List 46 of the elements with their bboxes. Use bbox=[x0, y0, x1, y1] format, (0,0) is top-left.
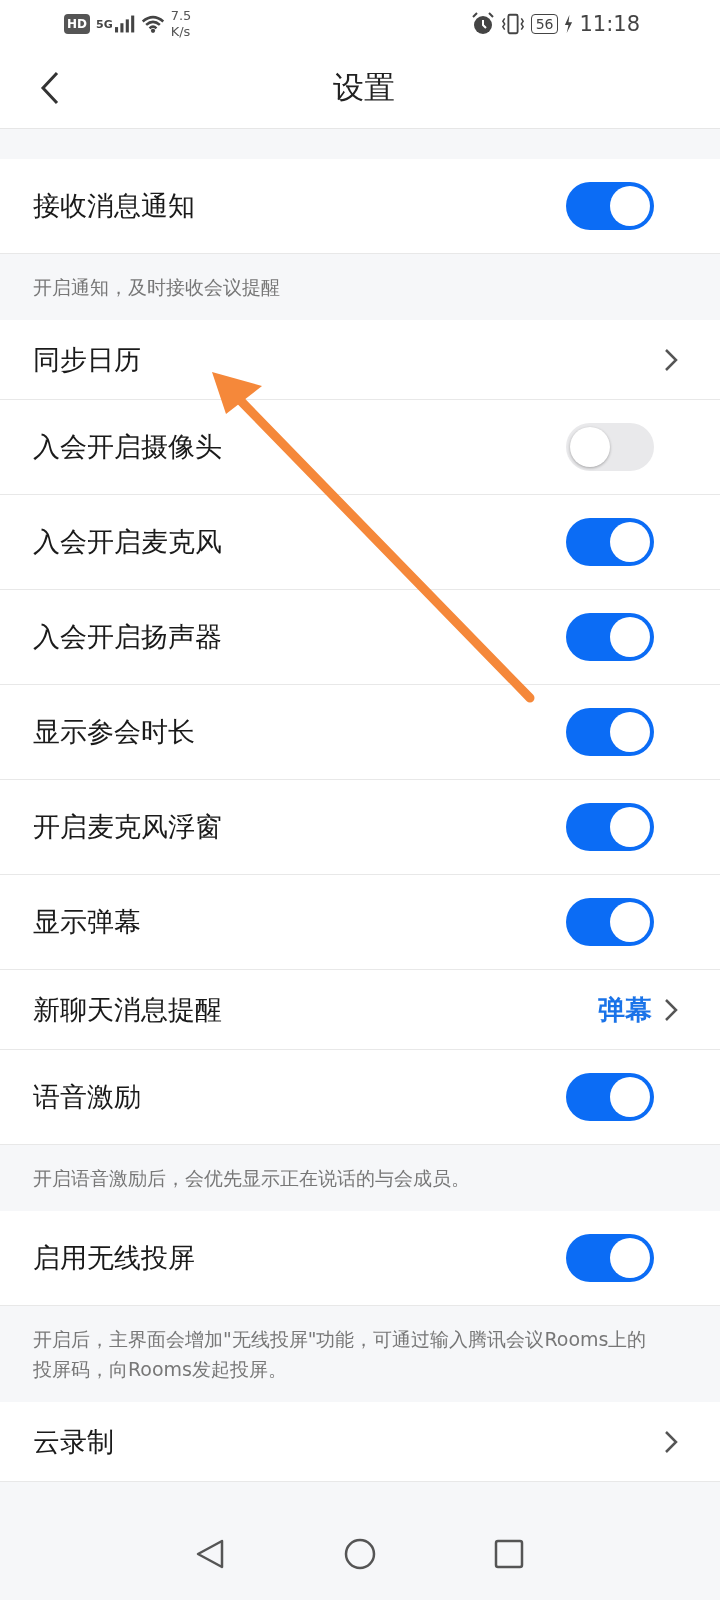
chevron-icon bbox=[664, 347, 678, 372]
toggle-switch[interactable] bbox=[566, 1234, 654, 1282]
toggle-switch[interactable] bbox=[566, 1073, 654, 1121]
charging-icon bbox=[564, 14, 574, 34]
page-title: 设置 bbox=[333, 68, 395, 107]
setting-label: 接收消息通知 bbox=[33, 189, 195, 223]
setting-label: 入会开启扬声器 bbox=[33, 620, 222, 654]
toggle-switch[interactable] bbox=[566, 613, 654, 661]
setting-label: 入会开启麦克风 bbox=[33, 525, 222, 559]
vibrate-icon bbox=[500, 12, 525, 36]
speed-unit: K/s bbox=[170, 24, 192, 40]
chevron-icon bbox=[664, 1429, 678, 1454]
setting-label: 显示弹幕 bbox=[33, 905, 141, 939]
setting-label: 入会开启摄像头 bbox=[33, 430, 222, 464]
setting-label: 开启麦克风浮窗 bbox=[33, 810, 222, 844]
setting-row[interactable]: 同步日历 bbox=[0, 320, 720, 400]
setting-label: 同步日历 bbox=[33, 342, 141, 377]
setting-row[interactable]: 新聊天消息提醒 弹幕 bbox=[0, 970, 720, 1050]
setting-label: 语音激励 bbox=[33, 1080, 141, 1114]
hd-badge: HD bbox=[64, 14, 90, 34]
setting-label: 云录制 bbox=[33, 1424, 114, 1459]
signal-icon bbox=[114, 14, 135, 34]
setting-label: 显示参会时长 bbox=[33, 715, 195, 749]
setting-label: 新聊天消息提醒 bbox=[33, 992, 222, 1027]
setting-description: 开启后，主界面会增加"无线投屏"功能，可通过输入腾讯会议Rooms上的投屏码，向Rooms发起投屏。 bbox=[33, 1327, 648, 1382]
setting-description: 开启语音激励后，会优先显示正在说话的与会成员。 bbox=[33, 1166, 471, 1191]
toggle-switch[interactable] bbox=[566, 898, 654, 946]
toggle-switch[interactable] bbox=[566, 518, 654, 566]
chevron-icon bbox=[664, 997, 678, 1022]
recents-icon[interactable] bbox=[492, 1537, 526, 1571]
toggle-switch[interactable] bbox=[566, 803, 654, 851]
home-icon[interactable] bbox=[343, 1537, 377, 1571]
network-speed: 7.5 bbox=[170, 8, 192, 24]
setting-label: 启用无线投屏 bbox=[33, 1241, 195, 1275]
toggle-switch[interactable] bbox=[566, 708, 654, 756]
alarm-icon bbox=[470, 12, 495, 36]
battery-level: 56 bbox=[530, 14, 559, 34]
setting-description: 开启通知，及时接收会议提醒 bbox=[33, 275, 281, 300]
toggle-switch[interactable] bbox=[566, 423, 654, 471]
setting-row[interactable]: 云录制 bbox=[0, 1402, 720, 1482]
toggle-switch[interactable] bbox=[566, 182, 654, 230]
back-icon[interactable] bbox=[40, 71, 60, 105]
network-type: 5G bbox=[96, 18, 113, 31]
wifi-icon bbox=[140, 14, 165, 34]
setting-value: 弹幕 bbox=[598, 992, 652, 1027]
clock-time: 11:18 bbox=[579, 12, 640, 36]
